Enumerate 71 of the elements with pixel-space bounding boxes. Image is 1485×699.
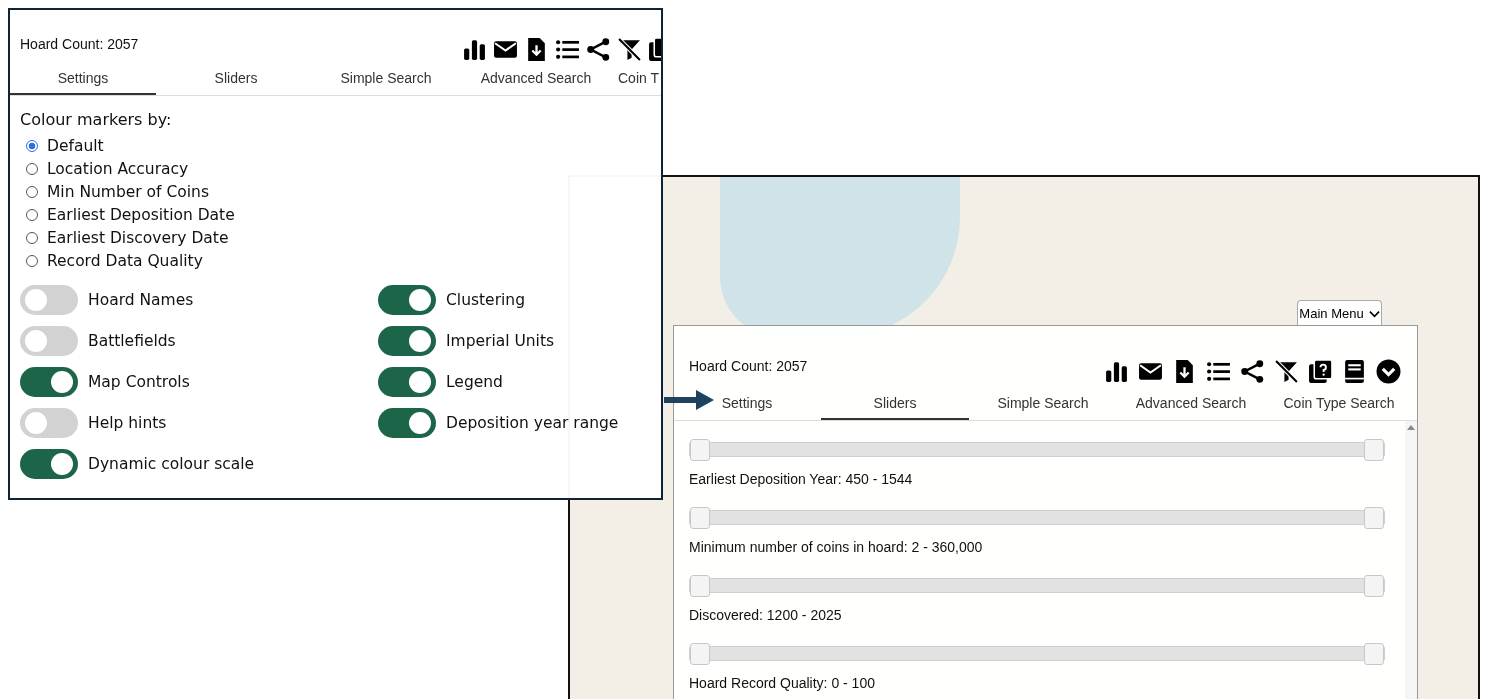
toggle-label: Help hints bbox=[88, 414, 167, 432]
radio-button[interactable] bbox=[26, 140, 38, 152]
toggle-label: Legend bbox=[446, 373, 503, 391]
slider-handle[interactable] bbox=[690, 507, 710, 529]
toggle-label: Hoard Names bbox=[88, 291, 194, 309]
radio-button[interactable] bbox=[26, 232, 38, 244]
radio-button[interactable] bbox=[26, 186, 38, 198]
bar-chart-icon[interactable] bbox=[462, 37, 487, 62]
toggle-switch[interactable] bbox=[20, 367, 78, 397]
radio-label[interactable]: Location Accuracy bbox=[47, 160, 189, 178]
scroll-up-icon[interactable] bbox=[1407, 425, 1415, 430]
radio-button[interactable] bbox=[26, 209, 38, 221]
radio-label[interactable]: Earliest Deposition Date bbox=[47, 206, 235, 224]
slider-label: Minimum number of coins in hoard: 2 - 360,000 bbox=[689, 539, 984, 555]
radio-label[interactable]: Default bbox=[47, 137, 104, 155]
filter-off-icon[interactable] bbox=[1274, 359, 1299, 384]
share-icon[interactable] bbox=[1240, 359, 1265, 384]
tab[interactable]: Sliders bbox=[166, 64, 306, 95]
slider-handle[interactable] bbox=[690, 575, 710, 597]
radio-label[interactable]: Record Data Quality bbox=[47, 252, 203, 270]
toggle-label: Dynamic colour scale bbox=[88, 455, 255, 473]
arrow-icon bbox=[664, 390, 714, 410]
list-icon[interactable] bbox=[1206, 359, 1231, 384]
slider-handle[interactable] bbox=[1364, 507, 1384, 529]
tab[interactable]: Simple Search bbox=[969, 389, 1117, 420]
filter-off-icon[interactable] bbox=[617, 37, 642, 62]
radio-button[interactable] bbox=[26, 255, 38, 267]
list-icon[interactable] bbox=[555, 37, 580, 62]
slider-handle[interactable] bbox=[690, 643, 710, 665]
tab[interactable]: Advanced Search bbox=[466, 64, 606, 95]
toggle-label: Imperial Units bbox=[446, 332, 555, 350]
toggle-switch[interactable] bbox=[378, 285, 436, 315]
tab[interactable]: Advanced Search bbox=[1117, 389, 1265, 420]
help-book-icon[interactable] bbox=[1308, 359, 1333, 384]
toggle-switch[interactable] bbox=[20, 408, 78, 438]
hoard-count: Hoard Count: 2057 bbox=[689, 358, 808, 376]
toggle-switch[interactable] bbox=[378, 408, 436, 438]
main-menu-button[interactable]: Main Menu bbox=[1297, 300, 1382, 326]
share-icon[interactable] bbox=[586, 37, 611, 62]
radio-button[interactable] bbox=[26, 163, 38, 175]
tab[interactable]: Sliders bbox=[821, 389, 969, 420]
toggle-switch[interactable] bbox=[20, 326, 78, 356]
bar-chart-icon[interactable] bbox=[1104, 359, 1129, 384]
tab[interactable]: Coin T bbox=[618, 64, 659, 95]
radio-label[interactable]: Earliest Discovery Date bbox=[47, 229, 229, 247]
tab[interactable]: Simple Search bbox=[316, 64, 456, 95]
colour-markers-heading: Colour markers by: bbox=[20, 110, 173, 129]
hoard-count: Hoard Count: 2057 bbox=[20, 36, 139, 54]
tab[interactable]: Settings bbox=[715, 389, 779, 420]
tab[interactable]: Coin Type Search bbox=[1265, 389, 1413, 420]
toggle-label: Deposition year range bbox=[446, 414, 619, 432]
slider-label: Earliest Deposition Year: 450 - 1544 bbox=[689, 471, 914, 487]
slider-handle[interactable] bbox=[1364, 439, 1384, 461]
slider-handle[interactable] bbox=[1364, 575, 1384, 597]
toggle-switch[interactable] bbox=[378, 367, 436, 397]
book-icon[interactable] bbox=[1342, 359, 1367, 384]
toggle-switch[interactable] bbox=[378, 326, 436, 356]
chevron-circle-icon[interactable] bbox=[1376, 359, 1401, 384]
tab[interactable]: Settings bbox=[10, 64, 156, 95]
slider-handle[interactable] bbox=[1364, 643, 1384, 665]
chevron-icon bbox=[1368, 309, 1380, 318]
toggle-label: Clustering bbox=[446, 291, 525, 309]
slider-label: Hoard Record Quality: 0 - 100 bbox=[689, 675, 876, 691]
toggle-switch[interactable] bbox=[20, 285, 78, 315]
slider-label: Discovered: 1200 - 2025 bbox=[689, 607, 843, 623]
toggle-switch[interactable] bbox=[20, 449, 78, 479]
toggle-label: Battlefields bbox=[88, 332, 176, 350]
slider-handle[interactable] bbox=[690, 439, 710, 461]
scrollbar[interactable] bbox=[1405, 421, 1417, 699]
toggle-label: Map Controls bbox=[88, 373, 190, 391]
radio-label[interactable]: Min Number of Coins bbox=[47, 183, 209, 201]
